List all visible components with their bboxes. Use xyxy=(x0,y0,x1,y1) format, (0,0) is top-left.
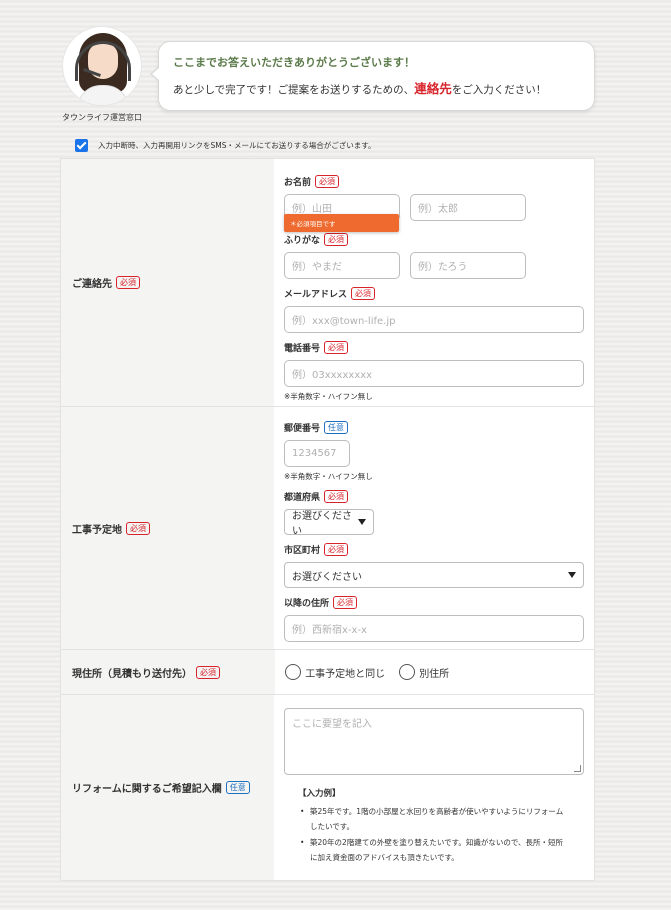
required-badge: 必須 xyxy=(196,665,220,679)
operator-block: タウンライフ運営窓口 xyxy=(60,26,144,123)
required-badge: 必須 xyxy=(116,276,140,289)
example-list: 築25年です。1階の小部屋と水回りを高齢者が使いやすいようにリフォームしたいです… xyxy=(298,804,584,865)
prefecture-label-text: 都道府県 xyxy=(284,493,321,503)
address-label-text: 以降の住所 xyxy=(284,599,330,609)
example-title: 【入力例】 xyxy=(298,789,341,799)
postal-label-text: 郵便番号 xyxy=(284,424,321,434)
optional-badge: 任意 xyxy=(324,421,349,434)
example-item: 築25年です。1階の小部屋と水回りを高齢者が使いやすいようにリフォームしたいです… xyxy=(300,804,570,834)
contact-section-label: ご連絡先 必須 xyxy=(61,159,274,406)
bubble-text-after: をご入力ください！ xyxy=(451,84,547,96)
city-value: お選びください xyxy=(292,571,362,583)
caret-down-icon xyxy=(568,572,576,578)
site-section-label: 工事予定地 必須 xyxy=(61,407,274,649)
required-badge: 必須 xyxy=(324,490,349,503)
contact-fields: お名前 必須 例）山田 例）太郎 ＊必須項目です ふりがな 必須 例）やまだ 例… xyxy=(274,159,594,406)
current-address-fields: 工事予定地と同じ 別住所 xyxy=(275,650,594,694)
bubble-title: ここまでお答えいただきありがとうございます！ xyxy=(173,56,415,69)
radio-same-label: 工事予定地と同じ xyxy=(305,668,386,680)
prefecture-label: 都道府県 必須 xyxy=(284,490,584,503)
email-label-text: メールアドレス xyxy=(284,290,348,300)
operator-label: タウンライフ運営窓口 xyxy=(62,113,142,122)
prefecture-value: お選びください xyxy=(292,511,352,537)
required-badge: 必須 xyxy=(324,543,349,556)
request-section-label: リフォームに関するご希望記入欄 任意 xyxy=(61,695,274,880)
error-tooltip: ＊必須項目です xyxy=(284,214,399,232)
address-label: 以降の住所 必須 xyxy=(284,596,584,609)
caret-down-icon xyxy=(358,519,366,525)
example-block: 【入力例】 築25年です。1階の小部屋と水回りを高齢者が使いやすいようにリフォー… xyxy=(284,787,584,865)
phone-note: ※半角数字・ハイフン無し xyxy=(284,392,373,401)
message-bubble: ここまでお答えいただきありがとうございます！ あと少しで完了です！ご提案をお送り… xyxy=(150,41,595,111)
current-address-row: 現住所（見積もり送付先） 必須 工事予定地と同じ 別住所 xyxy=(61,650,594,695)
consent-row: 入力中断時、入力再開用リンクをSMS・メールにてお送りする場合がございます。 xyxy=(75,139,376,152)
address-input[interactable]: 例）西新宿x-x-x xyxy=(284,615,584,642)
required-badge: 必須 xyxy=(126,521,150,535)
contact-row: ご連絡先 必須 お名前 必須 例）山田 例）太郎 ＊必須項目です ふりがな 必須… xyxy=(61,159,594,407)
required-badge: 必須 xyxy=(324,341,349,354)
postal-label: 郵便番号 任意 xyxy=(284,421,584,434)
current-address-label-text: 現住所（見積もり送付先） xyxy=(72,668,192,680)
email-label: メールアドレス 必須 xyxy=(284,287,584,300)
postal-note: ※半角数字・ハイフン無し xyxy=(284,472,373,481)
site-fields: 郵便番号 任意 1234567 ※半角数字・ハイフン無し 都道府県 必須 お選び… xyxy=(274,407,594,649)
request-row: リフォームに関するご希望記入欄 任意 ここに要望を記入 【入力例】 築25年です… xyxy=(61,695,594,880)
postal-input[interactable]: 1234567 xyxy=(284,440,350,467)
name-label: お名前 必須 xyxy=(284,175,584,188)
consent-text: 入力中断時、入力再開用リンクをSMS・メールにてお送りする場合がございます。 xyxy=(98,141,376,150)
site-row: 工事予定地 必須 郵便番号 任意 1234567 ※半角数字・ハイフン無し 都道… xyxy=(61,407,594,650)
radio-same-as-site[interactable]: 工事予定地と同じ xyxy=(285,664,385,680)
required-badge: 必須 xyxy=(333,596,358,609)
email-input[interactable]: 例）xxx@town-life.jp xyxy=(284,306,584,333)
request-fields: ここに要望を記入 【入力例】 築25年です。1階の小部屋と水回りを高齢者が使いや… xyxy=(274,695,594,880)
bubble-text: あと少しで完了です！ご提案をお送りするための、連絡先をご入力ください！ xyxy=(173,78,580,97)
required-badge: 必須 xyxy=(324,233,349,246)
required-badge: 必須 xyxy=(315,175,340,188)
last-furigana-input[interactable]: 例）やまだ xyxy=(284,252,400,279)
furigana-label-text: ふりがな xyxy=(284,236,321,246)
example-item: 築20年の2階建ての外壁を塗り替えたいです。知識がないので、長所・短所に加え資金… xyxy=(300,835,570,865)
furigana-inputs: 例）やまだ 例）たろう xyxy=(284,252,584,279)
phone-input[interactable]: 例）03xxxxxxxx xyxy=(284,360,584,387)
radio-other-label: 別住所 xyxy=(419,668,450,680)
consent-checkbox[interactable] xyxy=(75,139,88,152)
furigana-label: ふりがな 必須 xyxy=(284,233,584,246)
city-label: 市区町村 必須 xyxy=(284,543,584,556)
optional-badge: 任意 xyxy=(225,781,250,794)
bubble-text-before: あと少しで完了です！ご提案をお送りするための、 xyxy=(173,84,415,96)
contact-label-text: ご連絡先 xyxy=(72,279,112,290)
phone-label-text: 電話番号 xyxy=(284,344,321,354)
radio-circle-icon[interactable] xyxy=(399,664,416,680)
site-label-text: 工事予定地 xyxy=(72,524,122,536)
phone-label: 電話番号 必須 xyxy=(284,341,584,354)
operator-avatar-icon xyxy=(62,26,142,106)
first-name-input[interactable]: 例）太郎 xyxy=(410,194,526,221)
bubble-highlight: 連絡先 xyxy=(414,81,452,96)
request-textarea[interactable]: ここに要望を記入 xyxy=(284,708,584,775)
first-furigana-input[interactable]: 例）たろう xyxy=(410,252,526,279)
request-label-text: リフォームに関するご希望記入欄 xyxy=(72,784,222,795)
required-badge: 必須 xyxy=(351,287,376,300)
current-address-options: 工事予定地と同じ 別住所 xyxy=(285,664,449,680)
radio-circle-icon[interactable] xyxy=(285,664,302,680)
radio-other-address[interactable]: 別住所 xyxy=(399,664,449,680)
city-select[interactable]: お選びください xyxy=(284,562,584,588)
prefecture-select[interactable]: お選びください xyxy=(284,509,374,537)
contact-form: ご連絡先 必須 お名前 必須 例）山田 例）太郎 ＊必須項目です ふりがな 必須… xyxy=(60,158,595,881)
current-address-section-label: 現住所（見積もり送付先） 必須 xyxy=(61,650,276,694)
city-label-text: 市区町村 xyxy=(284,546,321,556)
name-label-text: お名前 xyxy=(284,178,312,188)
